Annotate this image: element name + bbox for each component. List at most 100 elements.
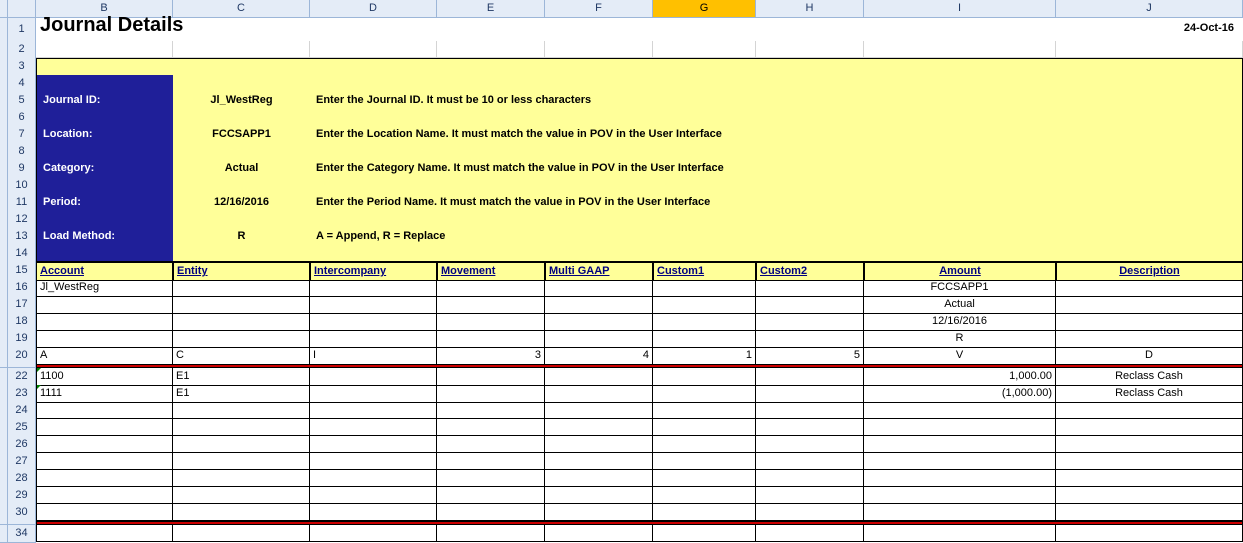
col-F[interactable]: F [545, 0, 653, 18]
journal-id-value[interactable]: Jl_WestReg [173, 92, 310, 109]
rowhdr-26[interactable]: 26 [8, 436, 36, 454]
cell-J20[interactable]: D [1056, 347, 1243, 365]
rowhdr-27[interactable]: 27 [8, 453, 36, 471]
rowhdr-28[interactable]: 28 [8, 470, 36, 488]
row-22[interactable]: 22 1100 E1 1,000.00 Reclass Cash [0, 368, 1243, 385]
rowhdr-13[interactable]: 13 [8, 228, 36, 246]
rowhdr-25[interactable]: 25 [8, 419, 36, 437]
cell-G20[interactable]: 1 [653, 347, 756, 365]
col-A[interactable] [8, 0, 36, 18]
rowhdr-14[interactable]: 14 [8, 245, 36, 263]
cell-B22[interactable]: 1100 [36, 368, 173, 386]
rowhdr-7[interactable]: 7 [8, 126, 36, 144]
cell-F16[interactable] [545, 279, 653, 297]
row-15[interactable]: 15 Account Entity Intercompany Movement … [0, 262, 1243, 279]
rowhdr-23[interactable]: 23 [8, 385, 36, 403]
row-9[interactable]: 9 Category: Actual Enter the Category Na… [0, 160, 1243, 177]
load-method-value[interactable]: R [173, 228, 310, 245]
row-11[interactable]: 11 Period: 12/16/2016 Enter the Period N… [0, 194, 1243, 211]
col-D[interactable]: D [310, 0, 437, 18]
cell-D20[interactable]: I [310, 347, 437, 365]
cell-D16[interactable] [310, 279, 437, 297]
rowhdr-19[interactable]: 19 [8, 330, 36, 348]
cell-C22[interactable]: E1 [173, 368, 310, 386]
row-12[interactable]: 12 [0, 211, 1243, 228]
cell-I22[interactable]: 1,000.00 [864, 368, 1056, 386]
cell-E16[interactable] [437, 279, 545, 297]
row-34[interactable]: 34 [0, 525, 1243, 542]
col-E[interactable]: E [437, 0, 545, 18]
rowhdr-30[interactable]: 30 [8, 504, 36, 522]
row-30[interactable]: 30 [0, 504, 1243, 521]
rowhdr-34[interactable]: 34 [8, 525, 36, 543]
rowhdr-17[interactable]: 17 [8, 296, 36, 314]
row-18[interactable]: 18 12/16/2016 [0, 313, 1243, 330]
row-5[interactable]: 5 Journal ID: Jl_WestReg Enter the Journ… [0, 92, 1243, 109]
rowhdr-22[interactable]: 22 [8, 368, 36, 386]
row-19[interactable]: 19 R [0, 330, 1243, 347]
row-24[interactable]: 24 [0, 402, 1243, 419]
cell-C16[interactable] [173, 279, 310, 297]
rowhdr-10[interactable]: 10 [8, 177, 36, 195]
rowhdr-3[interactable]: 3 [8, 58, 36, 76]
cell-H16[interactable] [756, 279, 864, 297]
row-13[interactable]: 13 Load Method: R A = Append, R = Replac… [0, 228, 1243, 245]
cell-J16[interactable] [1056, 279, 1243, 297]
cell-I18[interactable]: 12/16/2016 [864, 313, 1056, 331]
row-25[interactable]: 25 [0, 419, 1243, 436]
row-23[interactable]: 23 1111 E1 (1,000.00) Reclass Cash [0, 385, 1243, 402]
rowhdr-1[interactable]: 1 [8, 17, 36, 42]
row-27[interactable]: 27 [0, 453, 1243, 470]
row-14[interactable]: 14 [0, 245, 1243, 262]
row-26[interactable]: 26 [0, 436, 1243, 453]
cell-E20[interactable]: 3 [437, 347, 545, 365]
row-2[interactable]: 2 [0, 41, 1243, 58]
cell-I23[interactable]: (1,000.00) [864, 385, 1056, 403]
rowhdr-12[interactable]: 12 [8, 211, 36, 229]
row-7[interactable]: 7 Location: FCCSAPP1 Enter the Location … [0, 126, 1243, 143]
location-value[interactable]: FCCSAPP1 [173, 126, 310, 143]
rowhdr-6[interactable]: 6 [8, 109, 36, 127]
col-C[interactable]: C [173, 0, 310, 18]
cell-H20[interactable]: 5 [756, 347, 864, 365]
cell-I19[interactable]: R [864, 330, 1056, 348]
row-1[interactable]: 1 Journal Details 24-Oct-16 [0, 17, 1243, 41]
select-all-corner[interactable] [0, 0, 8, 18]
cell-C20[interactable]: C [173, 347, 310, 365]
row-17[interactable]: 17 Actual [0, 296, 1243, 313]
cell-B23[interactable]: 1111 [36, 385, 173, 403]
rowhdr-9[interactable]: 9 [8, 160, 36, 178]
cell-C23[interactable]: E1 [173, 385, 310, 403]
cell-I20[interactable]: V [864, 347, 1056, 365]
row-3[interactable]: 3 [0, 58, 1243, 75]
col-I[interactable]: I [864, 0, 1056, 18]
row-16[interactable]: 16 Jl_WestReg FCCSAPP1 [0, 279, 1243, 296]
col-H[interactable]: H [756, 0, 864, 18]
rowhdr-15[interactable]: 15 [8, 262, 36, 280]
rowhdr-4[interactable]: 4 [8, 75, 36, 93]
rowhdr-18[interactable]: 18 [8, 313, 36, 331]
cell-B20[interactable]: A [36, 347, 173, 365]
spreadsheet[interactable]: B C D E F G H I J 1 Journal Details 24-O… [0, 0, 1243, 520]
cell-J22[interactable]: Reclass Cash [1056, 368, 1243, 386]
cell-F20[interactable]: 4 [545, 347, 653, 365]
row-4[interactable]: 4 [0, 75, 1243, 92]
cell-B16[interactable]: Jl_WestReg [36, 279, 173, 297]
col-G[interactable]: G [653, 0, 756, 18]
rowhdr-24[interactable]: 24 [8, 402, 36, 420]
rowhdr-29[interactable]: 29 [8, 487, 36, 505]
rowhdr-5[interactable]: 5 [8, 92, 36, 110]
rowhdr-20[interactable]: 20 [8, 347, 36, 365]
row-8[interactable]: 8 [0, 143, 1243, 160]
cell-I17[interactable]: Actual [864, 296, 1056, 314]
period-value[interactable]: 12/16/2016 [173, 194, 310, 211]
rowhdr-2[interactable]: 2 [8, 41, 36, 59]
row-10[interactable]: 10 [0, 177, 1243, 194]
rowhdr-8[interactable]: 8 [8, 143, 36, 161]
row-29[interactable]: 29 [0, 487, 1243, 504]
col-J[interactable]: J [1056, 0, 1243, 18]
cell-J23[interactable]: Reclass Cash [1056, 385, 1243, 403]
rowhdr-16[interactable]: 16 [8, 279, 36, 297]
cell-G16[interactable] [653, 279, 756, 297]
category-value[interactable]: Actual [173, 160, 310, 177]
